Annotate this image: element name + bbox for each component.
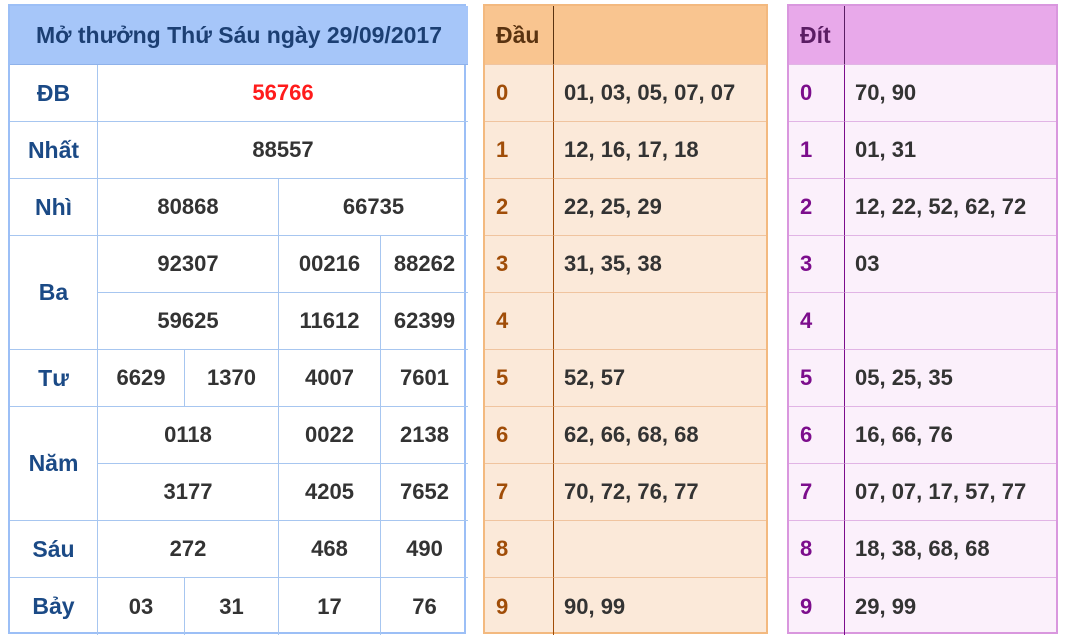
dau-digit: 0	[485, 65, 554, 122]
dau-digit: 4	[485, 293, 554, 350]
results-table: Mở thưởng Thứ Sáu ngày 29/09/2017 ĐB 567…	[8, 4, 468, 635]
prize-nhi-value: 80868	[98, 179, 279, 236]
dit-header-empty	[845, 6, 1056, 65]
dit-digit: 2	[789, 179, 845, 236]
dau-digit: 8	[485, 521, 554, 578]
dit-digit: 5	[789, 350, 845, 407]
prize-ba-value: 62399	[381, 293, 468, 350]
prize-ba-value: 88262	[381, 236, 468, 293]
dit-values	[845, 293, 1056, 350]
prize-tu-value: 6629	[98, 350, 185, 407]
dit-values: 07, 07, 17, 57, 77	[845, 464, 1056, 521]
dit-values: 12, 22, 52, 62, 72	[845, 179, 1056, 236]
prize-nhat-value: 88557	[98, 122, 468, 179]
dau-values	[554, 521, 766, 578]
prize-tu-value: 1370	[185, 350, 279, 407]
dit-values: 70, 90	[845, 65, 1056, 122]
prize-tu-value: 4007	[279, 350, 381, 407]
dit-values: 03	[845, 236, 1056, 293]
dau-digit: 9	[485, 578, 554, 635]
prize-label-tu: Tư	[10, 350, 98, 407]
dau-table: Đầu 0 01, 03, 05, 07, 07 1 12, 16, 17, 1…	[483, 4, 768, 635]
dit-digit: 4	[789, 293, 845, 350]
prize-db-value: 56766	[98, 65, 468, 122]
dit-digit: 6	[789, 407, 845, 464]
dit-values: 18, 38, 68, 68	[845, 521, 1056, 578]
dau-values: 90, 99	[564, 593, 626, 619]
dau-header: Đầu	[485, 6, 554, 65]
dau-values: 70, 72, 76, 77	[554, 464, 766, 521]
dit-digit: 7	[789, 464, 845, 521]
dau-digit: 1	[485, 122, 554, 179]
prize-ba-value: 11612	[279, 293, 381, 350]
prize-ba-value: 00216	[279, 236, 381, 293]
prize-bay-value: 31	[185, 578, 279, 635]
prize-nam-value: 4205	[279, 464, 381, 521]
prize-sau-value: 468	[279, 521, 381, 578]
prize-label-sau: Sáu	[10, 521, 98, 578]
dau-values: 12, 16, 17, 18	[554, 122, 766, 179]
prize-nam-value: 0118	[98, 407, 279, 464]
prize-tu-value: 7601	[381, 350, 468, 407]
dau-values: 01, 03, 05, 07, 07	[554, 65, 766, 122]
prize-label-nam: Năm	[10, 407, 98, 521]
dit-values: 29, 99	[855, 593, 917, 619]
prize-ba-value: 92307	[98, 236, 279, 293]
results-title: Mở thưởng Thứ Sáu ngày 29/09/2017	[10, 6, 468, 65]
prize-sau-value: 490	[381, 521, 468, 578]
prize-nam-value: 0022	[279, 407, 381, 464]
prize-ba-value: 59625	[98, 293, 279, 350]
prize-label-db: ĐB	[10, 65, 98, 122]
prize-nam-value: 2138	[381, 407, 468, 464]
dit-values: 01, 31	[845, 122, 1056, 179]
prize-sau-value: 272	[98, 521, 279, 578]
dau-values	[554, 293, 766, 350]
dau-digit: 6	[485, 407, 554, 464]
dau-values: 62, 66, 68, 68	[554, 407, 766, 464]
dit-digit: 8	[789, 521, 845, 578]
dit-digit: 0	[789, 65, 845, 122]
dit-digit: 1	[789, 122, 845, 179]
dau-values: 52, 57	[554, 350, 766, 407]
prize-bay-value: 17	[279, 578, 381, 635]
prize-nam-value: 3177	[98, 464, 279, 521]
dit-digit: 9	[789, 578, 845, 635]
dau-header-empty	[554, 6, 766, 65]
prize-label-nhat: Nhất	[10, 122, 98, 179]
dau-digit: 3	[485, 236, 554, 293]
dit-table: Đít 0 70, 90 1 01, 31 2 12, 22, 52, 62, …	[787, 4, 1058, 635]
prize-label-ba: Ba	[10, 236, 98, 350]
prize-label-bay: Bảy	[10, 578, 98, 635]
dit-values: 16, 66, 76	[845, 407, 1056, 464]
prize-nhi-value: 66735	[279, 179, 468, 236]
dau-digit: 5	[485, 350, 554, 407]
dau-digit: 2	[485, 179, 554, 236]
dit-digit: 3	[789, 236, 845, 293]
dau-values: 22, 25, 29	[554, 179, 766, 236]
prize-bay-value: 03	[98, 578, 185, 635]
prize-label-nhi: Nhì	[10, 179, 98, 236]
dit-header: Đít	[789, 6, 845, 65]
dau-digit: 7	[485, 464, 554, 521]
dit-values: 05, 25, 35	[845, 350, 1056, 407]
prize-bay-value: 76	[412, 593, 437, 619]
dau-values: 31, 35, 38	[554, 236, 766, 293]
prize-nam-value: 7652	[381, 464, 468, 521]
